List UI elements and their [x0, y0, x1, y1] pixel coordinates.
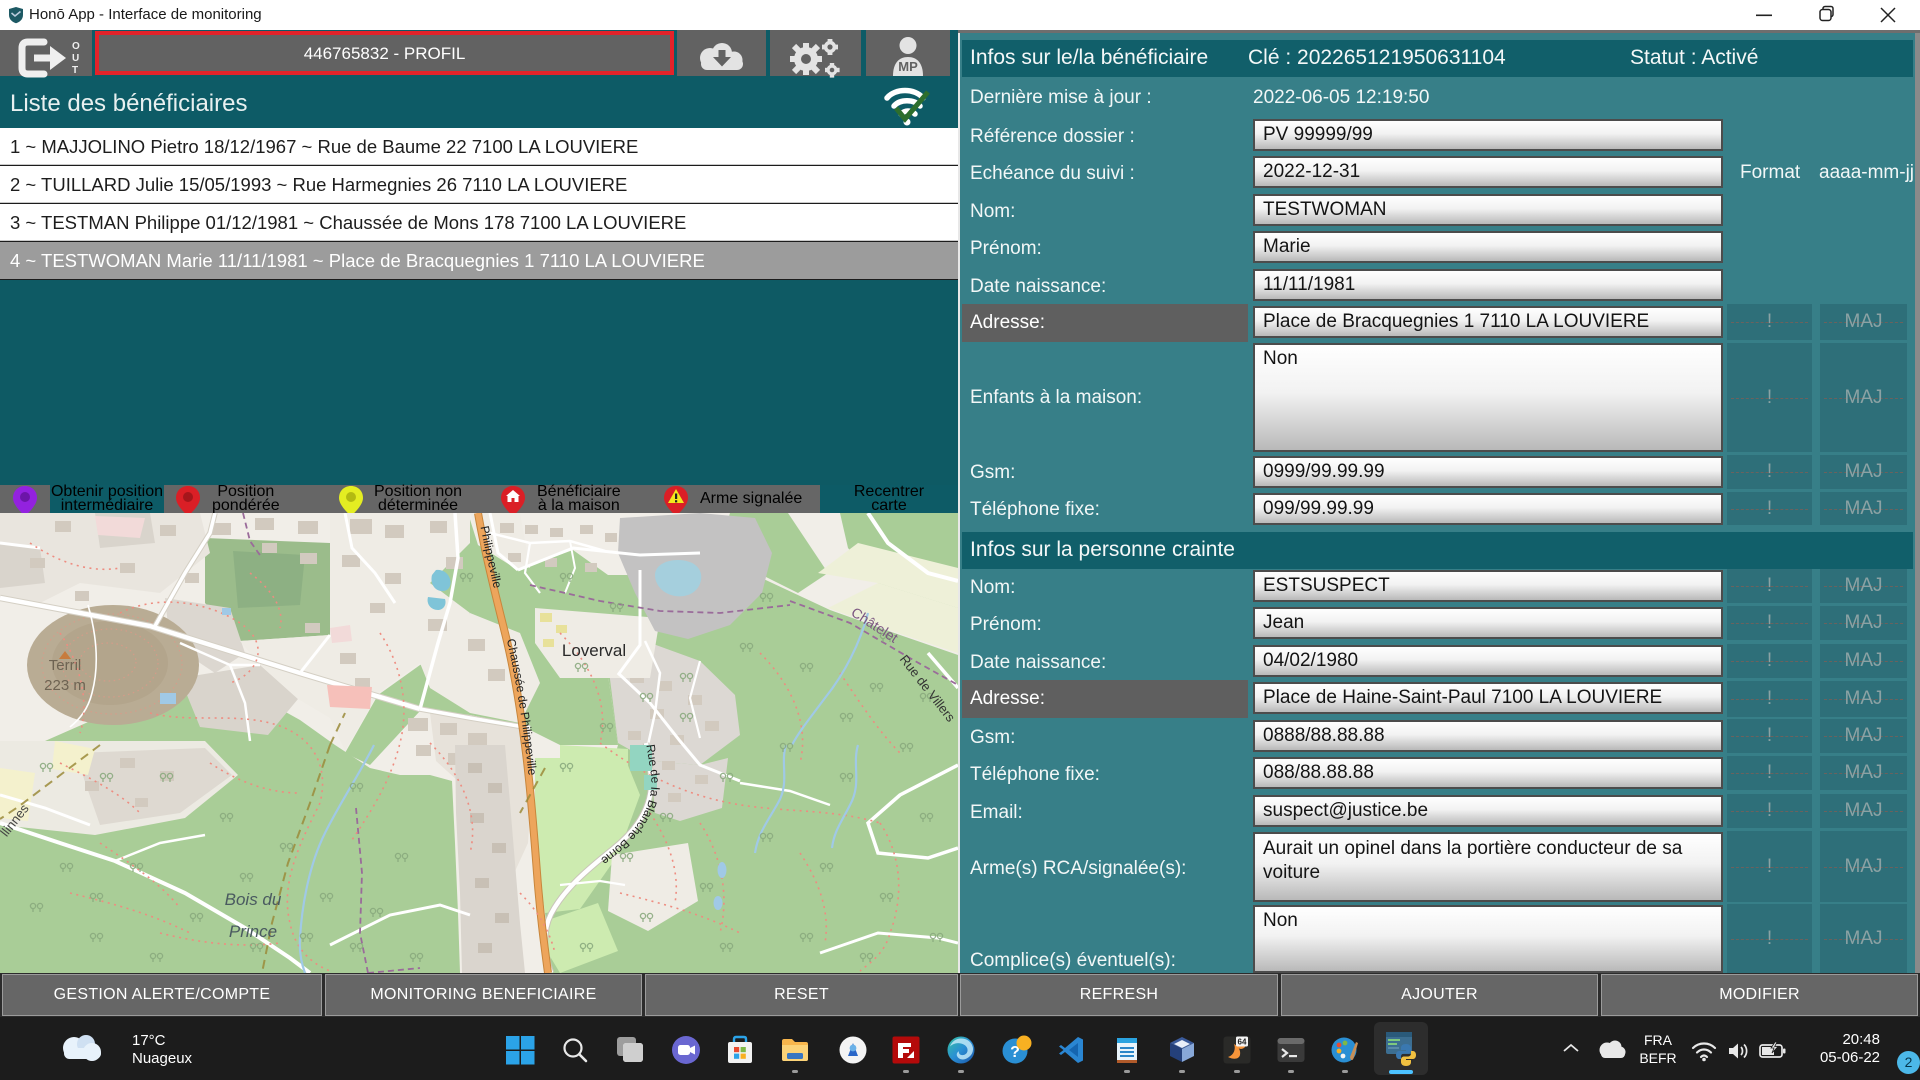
svg-text:Loverval: Loverval	[562, 641, 626, 660]
svg-text:64: 64	[1238, 1038, 1247, 1047]
svg-text:Prince: Prince	[229, 922, 277, 941]
svg-text:MP: MP	[898, 59, 918, 74]
svg-text:O: O	[72, 41, 80, 52]
svg-text:Terril: Terril	[49, 657, 82, 674]
svg-text:T: T	[72, 65, 78, 76]
svg-text:223 m: 223 m	[44, 677, 86, 694]
svg-text:U: U	[72, 53, 79, 64]
svg-text:Bois du: Bois du	[225, 890, 282, 909]
